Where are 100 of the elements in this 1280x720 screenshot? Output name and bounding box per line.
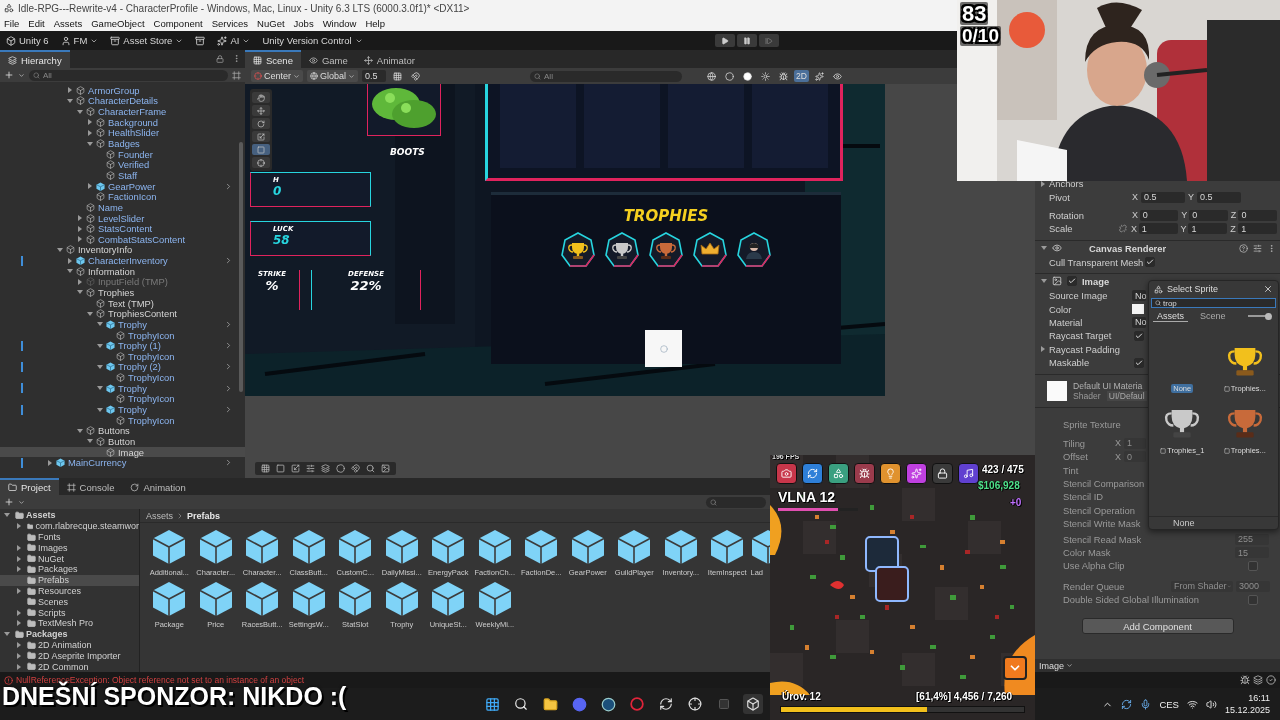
hierarchy-item[interactable]: CharacterInventory bbox=[0, 255, 245, 266]
hierarchy-item[interactable]: Verified bbox=[0, 159, 245, 171]
clock-date[interactable]: 15.12.2025 bbox=[1224, 704, 1270, 716]
number-field[interactable]: 0 bbox=[1139, 209, 1179, 221]
menu-item[interactable]: Window bbox=[322, 18, 357, 29]
asset-store-dropdown[interactable]: Asset Store bbox=[110, 35, 184, 46]
hierarchy-item[interactable]: Trophies bbox=[0, 287, 245, 298]
folder-item[interactable]: NuGet bbox=[0, 553, 139, 565]
hierarchy-item[interactable]: Buttons bbox=[0, 425, 245, 437]
menu-item[interactable]: File bbox=[4, 18, 20, 29]
menu-item[interactable]: Services bbox=[211, 18, 249, 29]
hierarchy-item[interactable]: Trophy (2) bbox=[0, 361, 245, 373]
menu-item[interactable]: Component bbox=[153, 18, 203, 29]
view-tab[interactable]: Game bbox=[300, 50, 356, 68]
hierarchy-item[interactable]: Trophy bbox=[0, 319, 245, 330]
number-field[interactable]: 0.5 bbox=[1141, 191, 1185, 203]
folder-item[interactable]: 2D Common bbox=[0, 661, 139, 672]
number-field[interactable]: 0.5 bbox=[1197, 191, 1241, 203]
axis-label: Z bbox=[1230, 223, 1237, 234]
hierarchy-item[interactable]: TrophiesContent bbox=[0, 308, 245, 320]
hierarchy-item[interactable]: TrophyIcon bbox=[0, 414, 245, 426]
hierarchy-item[interactable]: Badges bbox=[0, 138, 245, 149]
hierarchy-item[interactable]: Image bbox=[0, 446, 245, 458]
menu-item[interactable]: NuGet bbox=[257, 18, 285, 29]
number-field[interactable]: 0 bbox=[1189, 209, 1228, 221]
hierarchy-item[interactable]: Button bbox=[0, 436, 245, 447]
panel-tab[interactable]: Animation bbox=[122, 478, 194, 496]
hierarchy-item[interactable]: Trophy bbox=[0, 382, 245, 394]
search-field[interactable]: trop bbox=[1151, 298, 1276, 308]
panel-tab[interactable]: Console bbox=[58, 478, 123, 496]
folder-item[interactable]: Scripts bbox=[0, 607, 139, 618]
folder-item[interactable]: Packages bbox=[0, 628, 139, 640]
hierarchy-item[interactable]: Information bbox=[0, 265, 245, 277]
hierarchy-item[interactable]: CharacterDetails bbox=[0, 95, 245, 107]
hierarchy-item[interactable]: TrophyIcon bbox=[0, 351, 245, 362]
unity-account-button[interactable]: Unity 6 bbox=[6, 35, 49, 46]
object-field[interactable]: No bbox=[1132, 290, 1146, 302]
folder-item[interactable]: Assets bbox=[0, 510, 139, 521]
hierarchy-item[interactable]: TrophyIcon bbox=[0, 329, 245, 341]
hierarchy-item[interactable]: Name bbox=[0, 202, 245, 213]
hierarchy-item[interactable]: CombatStatsContent bbox=[0, 233, 245, 245]
space-dropdown[interactable]: Global bbox=[307, 70, 359, 82]
menu-item[interactable]: Edit bbox=[28, 18, 45, 29]
language-indicator[interactable]: CES bbox=[1159, 698, 1179, 710]
number-field[interactable]: 1 bbox=[1238, 223, 1278, 235]
view-tab[interactable]: Animator bbox=[355, 50, 423, 68]
folder-item[interactable]: Packages bbox=[0, 564, 139, 575]
hierarchy-item[interactable]: CharacterFrame bbox=[0, 106, 245, 117]
menu-item[interactable]: Help bbox=[365, 18, 385, 29]
object-field[interactable]: No bbox=[1132, 316, 1146, 328]
pivot-dropdown[interactable]: Center bbox=[251, 70, 303, 82]
view-tab[interactable]: Scene bbox=[245, 50, 301, 68]
folder-item[interactable]: 2D Animation bbox=[0, 639, 139, 651]
hierarchy-item[interactable]: Founder bbox=[0, 148, 245, 160]
breadcrumb-item[interactable]: Assets bbox=[146, 510, 173, 521]
picker-tab[interactable]: Scene bbox=[1196, 310, 1230, 322]
number-field[interactable]: 0 bbox=[1238, 209, 1277, 221]
number-field[interactable]: 1 bbox=[1138, 223, 1178, 235]
hierarchy-item[interactable]: MainCurrency bbox=[0, 457, 245, 469]
add-component-button[interactable]: Add Component bbox=[1081, 618, 1234, 635]
version-control-dropdown[interactable]: Unity Version Control bbox=[262, 35, 363, 46]
hierarchy-item[interactable]: Text (TMP) bbox=[0, 297, 245, 309]
menu-item[interactable]: Jobs bbox=[293, 18, 314, 29]
search-field[interactable]: All bbox=[29, 69, 228, 81]
folder-item[interactable]: com.rlabrecque.steamwor bbox=[0, 520, 139, 532]
folder-item[interactable]: Prefabs bbox=[0, 574, 139, 586]
menu-item[interactable]: Assets bbox=[53, 18, 83, 29]
folder-item[interactable]: Fonts bbox=[0, 531, 139, 543]
search-field[interactable]: All bbox=[530, 70, 683, 82]
folder-item[interactable]: Resources bbox=[0, 585, 139, 597]
hierarchy-item[interactable]: Trophy bbox=[0, 404, 245, 415]
menu-item[interactable]: GameObject bbox=[91, 18, 145, 29]
picker-tab[interactable]: Assets bbox=[1153, 310, 1188, 322]
preview-dropdown[interactable]: Image bbox=[1039, 660, 1073, 671]
mode-2d-toggle[interactable]: 2D bbox=[794, 70, 809, 82]
hierarchy-item[interactable]: HealthSlider bbox=[0, 127, 245, 139]
hierarchy-item[interactable]: GearPower bbox=[0, 180, 245, 192]
hierarchy-item[interactable]: FactionIcon bbox=[0, 191, 245, 203]
ai-dropdown[interactable]: AI bbox=[217, 35, 251, 46]
hierarchy-item[interactable]: TrophyIcon bbox=[0, 372, 245, 383]
hierarchy-item[interactable]: LevelSlider bbox=[0, 212, 245, 224]
clock-time[interactable]: 16:11 bbox=[1248, 692, 1270, 704]
panel-tab[interactable]: Project bbox=[0, 478, 59, 496]
hierarchy-tab[interactable]: Hierarchy bbox=[0, 50, 70, 68]
folder-item[interactable]: Images bbox=[0, 542, 139, 554]
folder-item[interactable]: Scenes bbox=[0, 596, 139, 608]
number-field[interactable]: 1 bbox=[1188, 223, 1228, 235]
hierarchy-item[interactable]: Trophy (1) bbox=[0, 340, 245, 351]
hierarchy-item[interactable]: TrophyIcon bbox=[0, 393, 245, 405]
hierarchy-item[interactable]: InventoryInfo bbox=[0, 244, 245, 256]
folder-item[interactable]: TextMesh Pro bbox=[0, 618, 139, 629]
hierarchy-item[interactable]: Background bbox=[0, 116, 245, 128]
user-dropdown[interactable]: FM bbox=[60, 35, 99, 46]
breadcrumb-item[interactable]: Prefabs bbox=[187, 510, 221, 521]
hierarchy-item[interactable]: StatsContent bbox=[0, 223, 245, 234]
component-header[interactable]: Canvas Renderer bbox=[1035, 239, 1280, 256]
snap-field[interactable]: 0.5 bbox=[362, 70, 387, 82]
folder-item[interactable]: 2D Aseprite Importer bbox=[0, 650, 139, 662]
hierarchy-item[interactable]: Staff bbox=[0, 170, 245, 181]
hierarchy-item[interactable]: ArmorGroup bbox=[0, 85, 245, 96]
